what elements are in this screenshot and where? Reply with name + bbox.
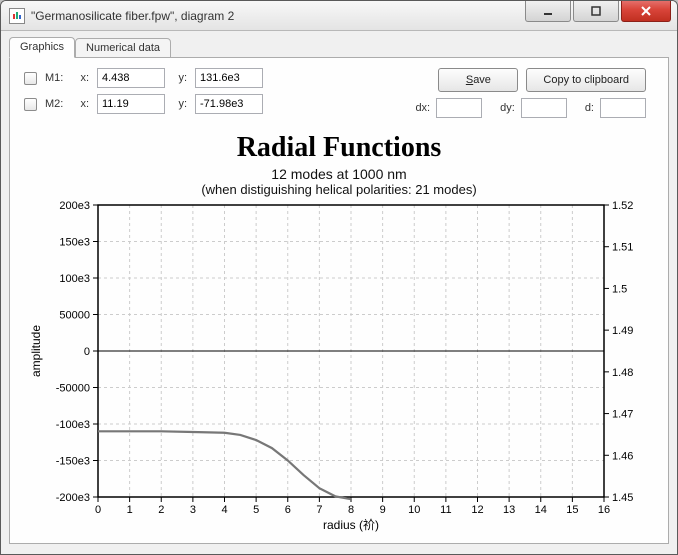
svg-text:7: 7: [316, 504, 322, 516]
svg-text:1.49: 1.49: [612, 325, 633, 337]
svg-text:-150e3: -150e3: [56, 456, 90, 468]
svg-text:5: 5: [253, 504, 259, 516]
m2-y-label: y:: [173, 98, 187, 110]
svg-text:amplitude: amplitude: [29, 325, 43, 377]
minimize-button[interactable]: [525, 0, 571, 22]
chart-subtitle-1: 12 modes at 1000 nm: [24, 166, 654, 182]
toolbar-buttons: Save Copy to clipboard: [438, 68, 646, 92]
m2-x-field[interactable]: [97, 94, 165, 114]
tab-panel: Save Copy to clipboard dx: dy: d: M1: x:…: [9, 57, 669, 544]
window-title: "Germanosilicate fiber.fpw", diagram 2: [31, 9, 525, 23]
save-button[interactable]: Save: [438, 68, 518, 92]
m1-y-label: y:: [173, 72, 187, 84]
svg-text:1: 1: [127, 504, 133, 516]
svg-text:2: 2: [158, 504, 164, 516]
chart-title: Radial Functions: [24, 132, 654, 164]
svg-text:3: 3: [190, 504, 196, 516]
dx-field[interactable]: [436, 98, 482, 118]
svg-text:1.5: 1.5: [612, 283, 627, 295]
titlebar[interactable]: "Germanosilicate fiber.fpw", diagram 2: [1, 1, 677, 31]
app-window: "Germanosilicate fiber.fpw", diagram 2 G…: [0, 0, 678, 555]
svg-text:9: 9: [380, 504, 386, 516]
chart-subtitle-2: (when distiguishing helical polarities: …: [24, 182, 654, 197]
app-icon: [9, 8, 25, 24]
svg-text:radius (祄): radius (祄): [323, 517, 379, 532]
m1-y-field[interactable]: [195, 68, 263, 88]
svg-text:6: 6: [285, 504, 291, 516]
svg-text:200e3: 200e3: [59, 200, 90, 212]
m1-label: M1:: [45, 72, 67, 84]
m2-checkbox[interactable]: [24, 98, 37, 111]
m2-x-label: x:: [75, 98, 89, 110]
d-label: d:: [585, 102, 594, 114]
m2-y-field[interactable]: [195, 94, 263, 114]
svg-text:-100e3: -100e3: [56, 419, 90, 431]
close-button[interactable]: [621, 0, 671, 22]
svg-text:16: 16: [598, 504, 610, 516]
svg-text:100e3: 100e3: [59, 273, 90, 285]
svg-text:13: 13: [503, 504, 515, 516]
client-area: Graphics Numerical data Save Copy to cli…: [1, 31, 677, 554]
svg-text:150e3: 150e3: [59, 237, 90, 249]
svg-text:14: 14: [535, 504, 547, 516]
svg-text:4: 4: [221, 504, 227, 516]
copy-button[interactable]: Copy to clipboard: [526, 68, 646, 92]
dy-label: dy:: [500, 102, 515, 114]
svg-text:-200e3: -200e3: [56, 492, 90, 504]
tab-graphics[interactable]: Graphics: [9, 37, 75, 58]
svg-text:1.51: 1.51: [612, 242, 633, 254]
dx-label: dx:: [415, 102, 430, 114]
m1-x-field[interactable]: [97, 68, 165, 88]
svg-text:1.46: 1.46: [612, 450, 633, 462]
svg-text:-50000: -50000: [56, 383, 90, 395]
tab-strip: Graphics Numerical data: [9, 37, 669, 58]
svg-text:50000: 50000: [59, 310, 90, 322]
svg-text:15: 15: [566, 504, 578, 516]
svg-text:8: 8: [348, 504, 354, 516]
svg-text:1.47: 1.47: [612, 409, 633, 421]
svg-text:1.52: 1.52: [612, 200, 633, 212]
svg-text:1.48: 1.48: [612, 367, 633, 379]
svg-text:1.45: 1.45: [612, 492, 633, 504]
svg-text:12: 12: [471, 504, 483, 516]
d-field[interactable]: [600, 98, 646, 118]
m1-checkbox[interactable]: [24, 72, 37, 85]
m1-x-label: x:: [75, 72, 89, 84]
maximize-button[interactable]: [573, 0, 619, 22]
window-buttons: [525, 1, 677, 30]
dy-field[interactable]: [521, 98, 567, 118]
tab-numerical[interactable]: Numerical data: [75, 38, 171, 58]
m2-label: M2:: [45, 98, 67, 110]
plot-svg: 012345678910111213141516200e3150e3100e35…: [24, 197, 654, 533]
svg-text:10: 10: [408, 504, 420, 516]
chart-container: Radial Functions 12 modes at 1000 nm (wh…: [24, 130, 654, 533]
svg-text:0: 0: [84, 346, 90, 358]
svg-text:11: 11: [440, 504, 451, 516]
svg-text:0: 0: [95, 504, 101, 516]
plot-area[interactable]: 012345678910111213141516200e3150e3100e35…: [24, 197, 654, 533]
delta-readouts: dx: dy: d:: [415, 98, 646, 118]
